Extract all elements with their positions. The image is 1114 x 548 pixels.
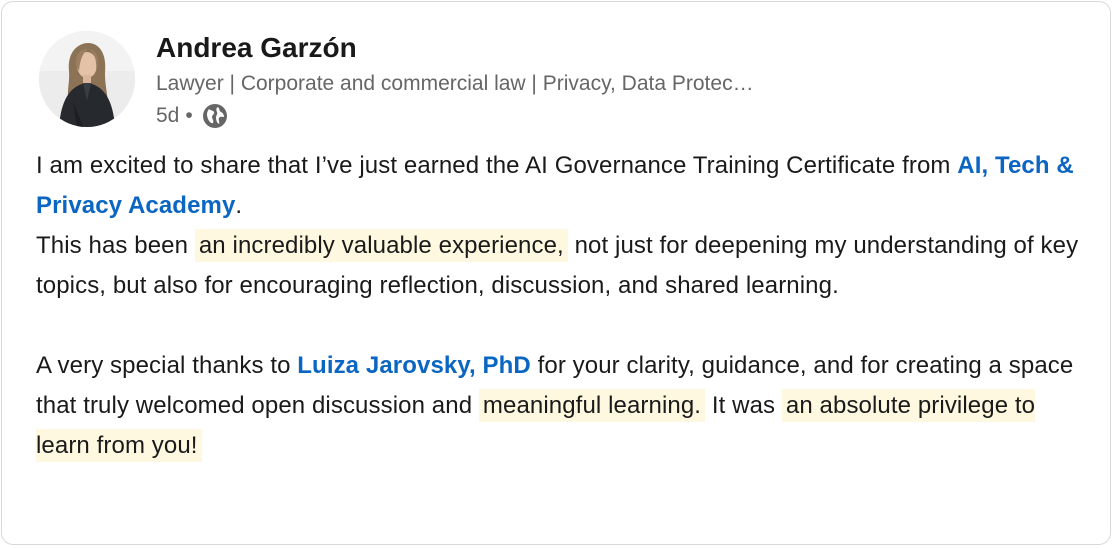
highlighted-phrase: an incredibly valuable experience, bbox=[194, 229, 568, 262]
post-paragraph-2: A very special thanks to Luiza Jarovsky,… bbox=[36, 346, 1086, 466]
meta-separator: • bbox=[185, 104, 193, 127]
mention-link-person[interactable]: Luiza Jarovsky, PhD bbox=[297, 352, 531, 379]
post-meta: 5d • bbox=[156, 102, 229, 130]
avatar[interactable] bbox=[39, 31, 135, 127]
author-name[interactable]: Andrea Garzón bbox=[156, 31, 357, 65]
post-text-segment: I am excited to share that I’ve just ear… bbox=[36, 152, 958, 179]
post-text-segment: This has been bbox=[36, 232, 195, 259]
highlighted-phrase: meaningful learning. bbox=[478, 389, 706, 422]
post-paragraph-1: I am excited to share that I’ve just ear… bbox=[36, 146, 1086, 306]
post-text-segment: A very special thanks to bbox=[36, 352, 298, 379]
avatar-photo bbox=[39, 31, 135, 127]
post-text: I am excited to share that I’ve just ear… bbox=[36, 146, 1086, 466]
post-text-segment: . bbox=[235, 192, 243, 219]
author-headline: Lawyer | Corporate and commercial law | … bbox=[156, 72, 754, 95]
post-card: Andrea Garzón Lawyer | Corporate and com… bbox=[1, 1, 1111, 545]
post-timestamp: 5d bbox=[156, 104, 180, 127]
globe-icon[interactable] bbox=[201, 102, 229, 130]
post-text-segment: It was bbox=[705, 392, 782, 419]
